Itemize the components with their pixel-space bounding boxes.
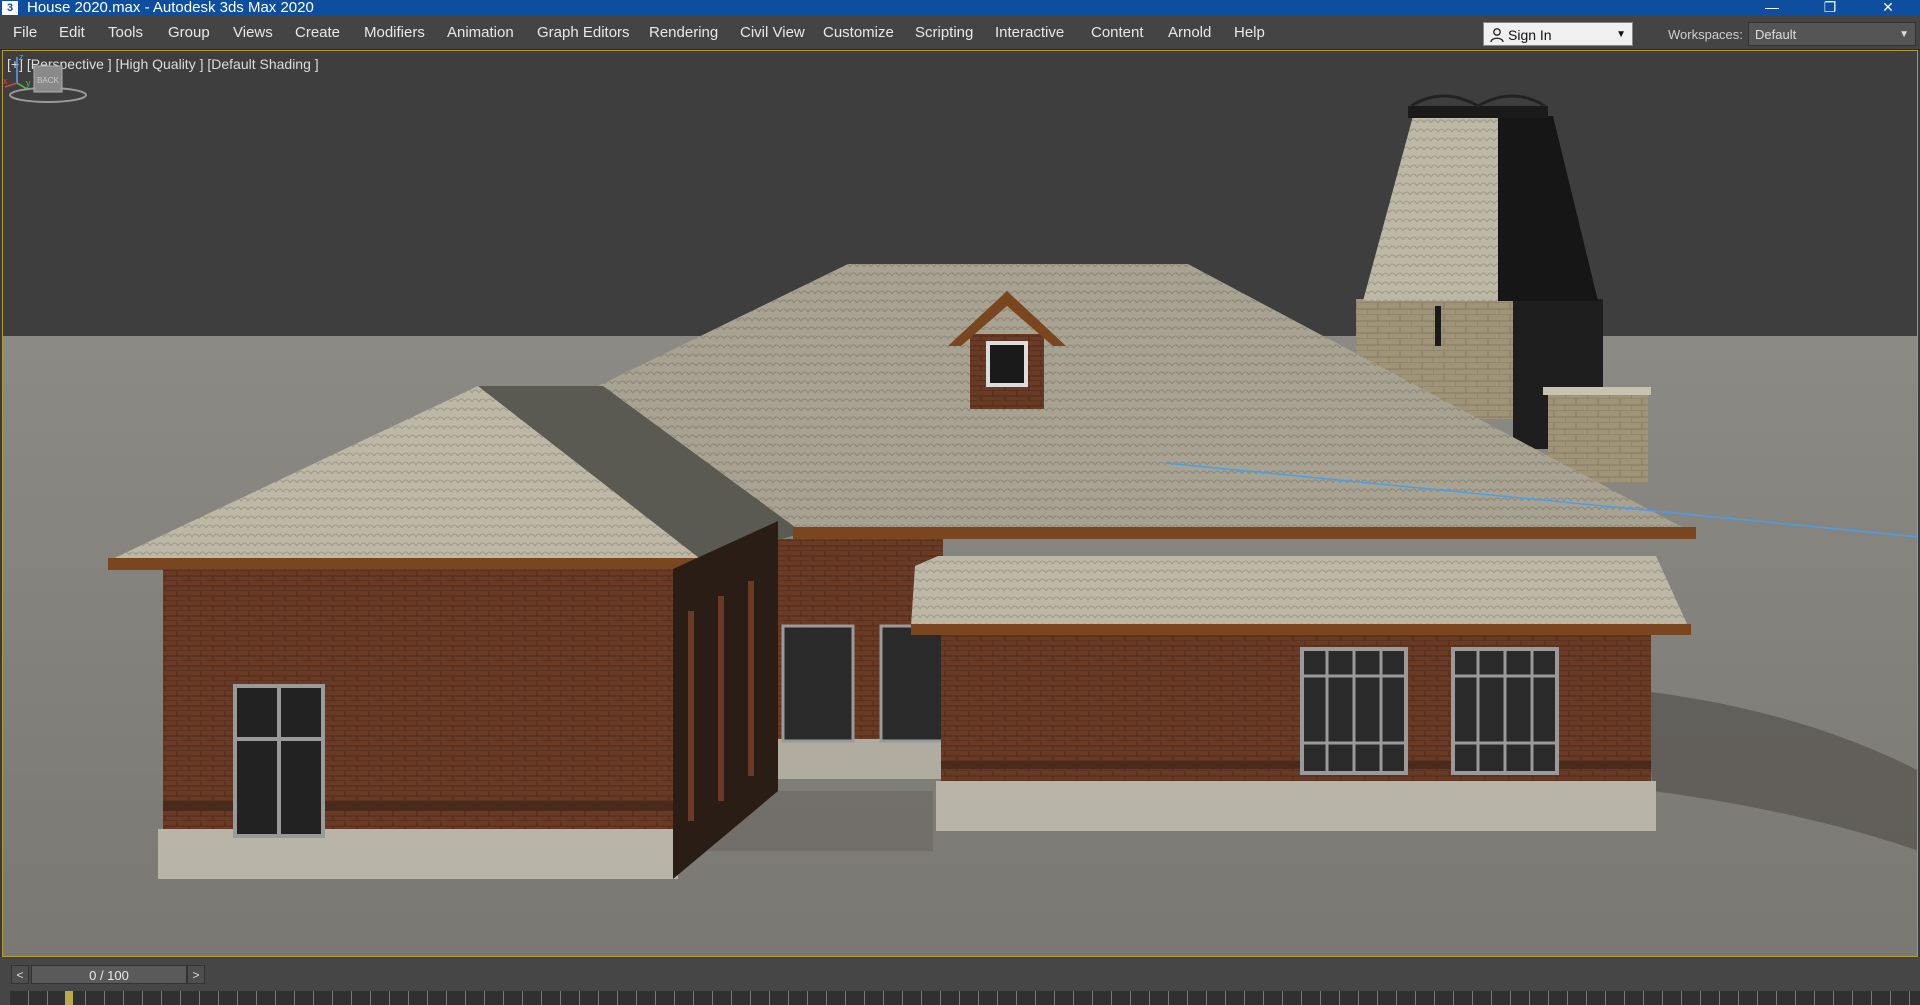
current-frame-marker[interactable] [65, 991, 73, 1005]
perspective-viewport[interactable]: [+] [Perspective ] [High Quality ] [Defa… [2, 50, 1918, 957]
axis-tripod-icon: z x y [3, 52, 31, 90]
title-bar: 3 House 2020.max - Autodesk 3ds Max 2020… [0, 0, 1920, 16]
menu-tools[interactable]: Tools [108, 16, 143, 49]
chevron-down-icon: ▼ [1899, 29, 1909, 40]
track-bar-ticks [10, 991, 1920, 1005]
menu-scripting[interactable]: Scripting [915, 16, 973, 49]
sign-in-label: Sign In [1508, 27, 1552, 43]
minimize-button[interactable]: — [1752, 0, 1792, 16]
menu-help[interactable]: Help [1234, 16, 1265, 49]
window-title: House 2020.max - Autodesk 3ds Max 2020 [27, 0, 314, 16]
scene-render [3, 51, 1917, 956]
axis-x-label: x [3, 76, 8, 86]
sign-in-dropdown[interactable]: Sign In ▼ [1483, 22, 1633, 46]
track-bar[interactable] [10, 991, 1920, 1005]
time-slider[interactable]: 0 / 100 [31, 965, 187, 984]
menu-create[interactable]: Create [295, 16, 340, 49]
workspaces-select[interactable]: Default ▼ [1748, 22, 1916, 46]
menu-content[interactable]: Content [1091, 16, 1144, 49]
menu-civil-view[interactable]: Civil View [740, 16, 805, 49]
menu-file[interactable]: File [13, 16, 37, 49]
workspaces-label: Workspaces: [1668, 27, 1743, 42]
3dsmax-app-icon[interactable]: 3 [2, 1, 18, 15]
axis-z-label: z [19, 52, 24, 62]
menu-graph-editors[interactable]: Graph Editors [537, 16, 630, 49]
menu-customize[interactable]: Customize [823, 16, 894, 49]
menu-modifiers[interactable]: Modifiers [364, 16, 425, 49]
menu-group[interactable]: Group [168, 16, 210, 49]
restore-button[interactable]: ❐ [1810, 0, 1850, 16]
next-frame-button[interactable]: > [187, 965, 205, 984]
menu-interactive[interactable]: Interactive [995, 16, 1064, 49]
chevron-down-icon: ▼ [1616, 29, 1626, 40]
user-icon [1490, 28, 1504, 43]
time-slider-bar: < 0 / 100 > [0, 957, 1920, 1005]
menu-views[interactable]: Views [233, 16, 273, 49]
menu-arnold[interactable]: Arnold [1168, 16, 1211, 49]
previous-frame-button[interactable]: < [11, 965, 29, 984]
axis-y-label: y [26, 78, 31, 88]
menu-edit[interactable]: Edit [59, 16, 85, 49]
menu-animation[interactable]: Animation [447, 16, 514, 49]
close-button[interactable]: ✕ [1868, 0, 1908, 16]
menu-rendering[interactable]: Rendering [649, 16, 718, 49]
workspaces-value: Default [1755, 27, 1797, 42]
